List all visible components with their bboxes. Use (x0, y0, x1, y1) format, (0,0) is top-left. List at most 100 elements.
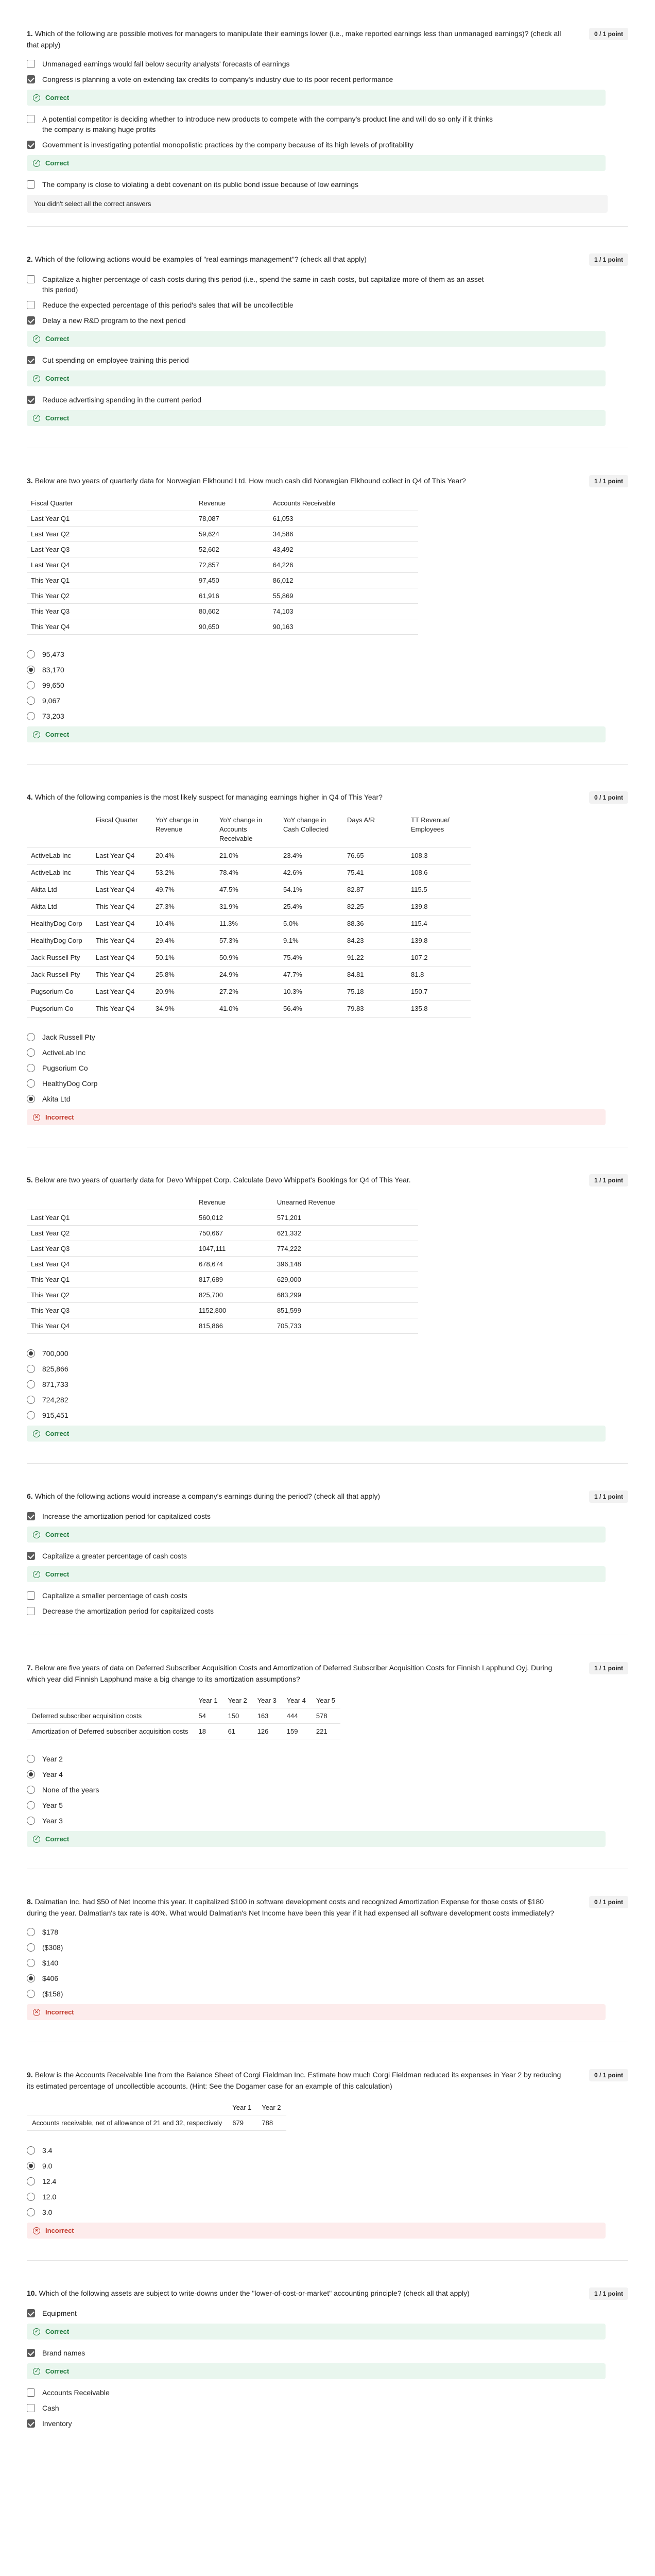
radio-option[interactable]: 73,203 (27, 711, 628, 721)
radio-button[interactable] (27, 681, 35, 689)
radio-option[interactable]: 12.4 (27, 2176, 628, 2187)
radio-button[interactable] (27, 697, 35, 705)
checkbox[interactable] (27, 275, 35, 283)
checkbox-option[interactable]: Inventory (27, 2418, 628, 2429)
checkbox[interactable] (27, 180, 35, 189)
checkbox[interactable] (27, 316, 35, 325)
radio-option[interactable]: Year 5 (27, 1800, 628, 1810)
radio-button[interactable] (27, 1770, 35, 1778)
checkbox-option[interactable]: Brand names (27, 2348, 628, 2358)
radio-option[interactable]: Akita Ltd (27, 1094, 628, 1104)
radio-button[interactable] (27, 1064, 35, 1072)
checkbox[interactable] (27, 141, 35, 149)
radio-option[interactable]: 3.0 (27, 2207, 628, 2217)
checkbox-option[interactable]: Reduce advertising spending in the curre… (27, 395, 628, 405)
radio-option[interactable]: $140 (27, 1958, 628, 1968)
radio-option[interactable]: 3.4 (27, 2145, 628, 2156)
checkbox[interactable] (27, 2419, 35, 2428)
checkbox-option[interactable]: Reduce the expected percentage of this p… (27, 300, 628, 310)
checkbox[interactable] (27, 115, 35, 123)
radio-option[interactable]: Year 3 (27, 1816, 628, 1826)
radio-button[interactable] (27, 666, 35, 674)
radio-button[interactable] (27, 1033, 35, 1041)
checkbox-option[interactable]: The company is close to violating a debt… (27, 179, 628, 190)
radio-button[interactable] (27, 2193, 35, 2201)
radio-option[interactable]: ($308) (27, 1942, 628, 1953)
radio-option[interactable]: 724,282 (27, 1395, 628, 1405)
radio-button[interactable] (27, 1974, 35, 1982)
radio-option[interactable]: 99,650 (27, 680, 628, 690)
checkbox[interactable] (27, 1512, 35, 1520)
checkbox[interactable] (27, 1607, 35, 1615)
checkbox-option[interactable]: Delay a new R&D program to the next peri… (27, 315, 628, 326)
checkbox-option[interactable]: Unmanaged earnings would fall below secu… (27, 59, 628, 69)
radio-option[interactable]: HealthyDog Corp (27, 1078, 628, 1089)
checkbox[interactable] (27, 60, 35, 68)
radio-button[interactable] (27, 1943, 35, 1952)
radio-button[interactable] (27, 1380, 35, 1388)
checkbox[interactable] (27, 2349, 35, 2357)
checkbox-option[interactable]: Increase the amortization period for cap… (27, 1511, 628, 1521)
radio-option[interactable]: $406 (27, 1973, 628, 1984)
radio-button[interactable] (27, 2208, 35, 2216)
radio-option[interactable]: 83,170 (27, 665, 628, 675)
radio-button[interactable] (27, 712, 35, 720)
checkbox[interactable] (27, 1591, 35, 1600)
radio-button[interactable] (27, 1048, 35, 1057)
radio-button[interactable] (27, 1990, 35, 1998)
radio-button[interactable] (27, 2162, 35, 2170)
radio-button[interactable] (27, 1396, 35, 1404)
radio-option[interactable]: 12.0 (27, 2192, 628, 2202)
radio-option[interactable]: ($158) (27, 1989, 628, 1999)
radio-button[interactable] (27, 1801, 35, 1809)
radio-option[interactable]: $178 (27, 1927, 628, 1937)
radio-option[interactable]: 915,451 (27, 1410, 628, 1420)
checkbox[interactable] (27, 356, 35, 364)
radio-button[interactable] (27, 2177, 35, 2185)
table-header-cell: Unearned Revenue (272, 1195, 418, 1210)
checkbox-option[interactable]: Accounts Receivable (27, 2387, 628, 2398)
radio-option[interactable]: 95,473 (27, 649, 628, 659)
radio-option[interactable]: Pugsorium Co (27, 1063, 628, 1073)
checkbox-option[interactable]: Cash (27, 2403, 628, 2413)
checkbox-option[interactable]: Decrease the amortization period for cap… (27, 1606, 628, 1616)
radio-option[interactable]: 700,000 (27, 1348, 628, 1359)
checkbox-option[interactable]: Cut spending on employee training this p… (27, 355, 628, 365)
radio-button[interactable] (27, 1349, 35, 1358)
radio-option[interactable]: 871,733 (27, 1379, 628, 1389)
radio-option[interactable]: ActiveLab Inc (27, 1047, 628, 1058)
radio-button[interactable] (27, 650, 35, 658)
radio-button[interactable] (27, 1928, 35, 1936)
checkbox[interactable] (27, 301, 35, 309)
radio-option[interactable]: 9.0 (27, 2161, 628, 2171)
radio-option[interactable]: None of the years (27, 1785, 628, 1795)
checkbox-option[interactable]: A potential competitor is deciding wheth… (27, 114, 628, 134)
checkbox[interactable] (27, 2309, 35, 2317)
checkbox-option[interactable]: Equipment (27, 2308, 628, 2318)
radio-option[interactable]: 825,866 (27, 1364, 628, 1374)
option-label: Cut spending on employee training this p… (42, 356, 189, 364)
checkbox-option[interactable]: Government is investigating potential mo… (27, 140, 628, 150)
checkbox-option[interactable]: Capitalize a higher percentage of cash c… (27, 274, 628, 295)
checkbox-option[interactable]: Capitalize a greater percentage of cash … (27, 1551, 628, 1561)
radio-button[interactable] (27, 1817, 35, 1825)
checkbox-option[interactable]: Congress is planning a vote on extending… (27, 74, 628, 84)
checkbox[interactable] (27, 1552, 35, 1560)
radio-option[interactable]: Year 2 (27, 1754, 628, 1764)
radio-button[interactable] (27, 2146, 35, 2155)
radio-option[interactable]: 9,067 (27, 696, 628, 706)
radio-button[interactable] (27, 1079, 35, 1088)
radio-button[interactable] (27, 1786, 35, 1794)
checkbox[interactable] (27, 396, 35, 404)
checkbox[interactable] (27, 75, 35, 83)
radio-button[interactable] (27, 1095, 35, 1103)
radio-button[interactable] (27, 1755, 35, 1763)
radio-button[interactable] (27, 1411, 35, 1419)
checkbox[interactable] (27, 2404, 35, 2412)
checkbox-option[interactable]: Capitalize a smaller percentage of cash … (27, 1590, 628, 1601)
radio-option[interactable]: Jack Russell Pty (27, 1032, 628, 1042)
radio-button[interactable] (27, 1959, 35, 1967)
radio-option[interactable]: Year 4 (27, 1769, 628, 1780)
checkbox[interactable] (27, 2388, 35, 2397)
radio-button[interactable] (27, 1365, 35, 1373)
